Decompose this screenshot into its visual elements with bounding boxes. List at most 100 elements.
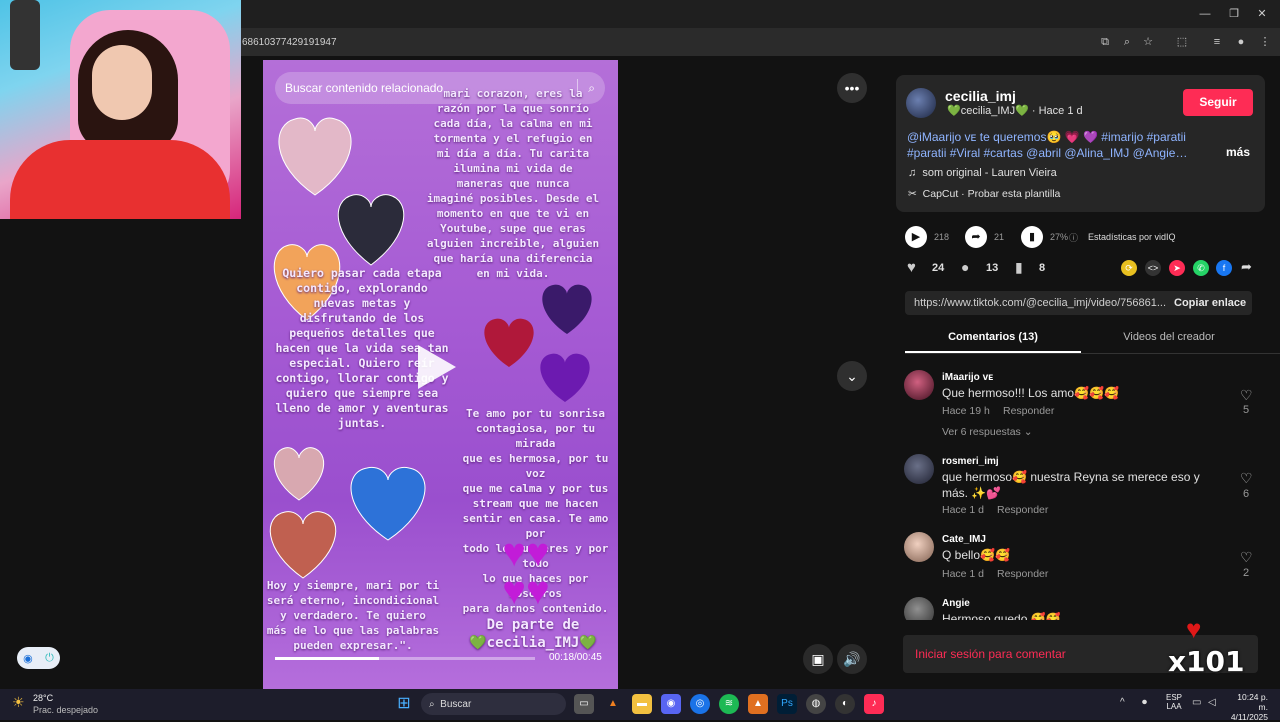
moon-heart	[542, 284, 592, 334]
vlc-icon[interactable]: ▲	[603, 694, 623, 714]
comments-list[interactable]: iMaarijo ᴠᴇ Que hermoso!!! Los amo🥰🥰🥰 Ha…	[882, 362, 1280, 620]
comment-user[interactable]: Cate_IMJ	[942, 534, 986, 545]
info-icon[interactable]: ⓘ	[1069, 231, 1078, 244]
mini-player-icon[interactable]: ▣	[803, 644, 833, 674]
app-icon[interactable]: ▲	[748, 694, 768, 714]
reply-button[interactable]: Responder	[997, 504, 1048, 516]
stat-percent: 27%	[1050, 232, 1069, 242]
tiktok-icon[interactable]: ♪	[864, 694, 884, 714]
caption-line-1[interactable]: @iMaarijo ᴠᴇ te queremos🥹 💗 💜 #imarijo #…	[907, 129, 1207, 145]
video-progress-fill	[275, 657, 379, 660]
language-indicator[interactable]: ESP LAA	[1166, 693, 1182, 711]
repost-icon[interactable]: ⟳	[1121, 260, 1137, 276]
signature: De parte de 💚cecilia_IMJ💚	[469, 617, 597, 651]
plays-icon[interactable]: ▶	[905, 226, 927, 248]
video-player[interactable]: Buscar contenido relacionado ⌕ mari cora…	[263, 60, 618, 689]
spotify-icon[interactable]: ≋	[719, 694, 739, 714]
weather-desc: Prac. despejado	[33, 705, 99, 715]
zoom-icon[interactable]: ⌕	[1119, 34, 1135, 50]
volume-icon[interactable]: 🔊	[837, 644, 867, 674]
discord-icon[interactable]: ◉	[661, 694, 681, 714]
author-avatar[interactable]	[906, 88, 936, 118]
photo-heart-1	[278, 117, 352, 196]
vidiq-label[interactable]: Estadísticas por vidIQ	[1088, 232, 1176, 242]
obs-icon[interactable]: ◍	[806, 694, 826, 714]
comment-bubble-icon[interactable]: ●	[961, 259, 969, 275]
profile-icon[interactable]: ●	[1233, 34, 1249, 50]
comment-user[interactable]: Angie	[942, 598, 970, 609]
reply-button[interactable]: Responder	[1003, 405, 1054, 417]
speaker-icon[interactable]: ◁	[1208, 697, 1216, 708]
comment-like-icon[interactable]: ♡	[1240, 470, 1253, 487]
comment-avatar[interactable]	[904, 454, 934, 484]
video-progress-bar[interactable]	[275, 657, 535, 660]
comment-text: Q bello🥰🥰	[942, 548, 1010, 562]
comment-user[interactable]: rosmeri_imj	[942, 456, 999, 467]
send-to-friends-icon[interactable]: ➤	[1169, 260, 1185, 276]
video-timecode: 00:18/00:45	[549, 652, 602, 663]
windows-start-icon[interactable]: ⊞	[394, 694, 414, 714]
extension-pill[interactable]: ◉ ⏻	[17, 647, 60, 669]
comment-user[interactable]: iMaarijo ᴠᴇ	[942, 372, 993, 383]
task-view-icon[interactable]: ▭	[574, 694, 594, 714]
weather-icon[interactable]: ☀	[12, 694, 25, 711]
comment-like-icon[interactable]: ♡	[1240, 549, 1253, 566]
bookmark-icon[interactable]: ▮	[1015, 259, 1023, 276]
more-caption-link[interactable]: más	[1226, 145, 1250, 159]
chrome-icon[interactable]: ◎	[690, 694, 710, 714]
photo-heart-2	[337, 194, 405, 266]
copy-link-button[interactable]: Copiar enlace	[1168, 291, 1246, 315]
next-video-chevron-icon[interactable]: ⌄	[837, 361, 867, 391]
music-title: som original - Lauren Vieira	[922, 167, 1057, 179]
tab-comments[interactable]: Comentarios (13)	[905, 331, 1081, 343]
tab-creator-videos[interactable]: Videos del creador	[1081, 331, 1257, 343]
webcam-overlay	[0, 0, 241, 219]
plays-count: 218	[934, 232, 950, 242]
more-options-icon[interactable]: •••	[837, 73, 867, 103]
comment-avatar[interactable]	[904, 532, 934, 562]
play-overlay-icon[interactable]	[418, 345, 456, 389]
file-explorer-icon[interactable]: ▬	[632, 694, 652, 714]
embed-code-icon[interactable]: <>	[1145, 260, 1161, 276]
facebook-icon[interactable]: f	[1216, 260, 1232, 276]
post-caption: @iMaarijo ᴠᴇ te queremos🥹 💗 💜 #imarijo #…	[907, 129, 1207, 161]
share-arrow-icon[interactable]: ➦	[1241, 259, 1252, 275]
purple-hearts-cluster: ♥♥ ♥♥	[502, 531, 550, 613]
view-replies-button[interactable]: Ver 6 respuestas ⌄	[942, 426, 1033, 438]
weather-temp[interactable]: 28°C	[33, 693, 53, 703]
mic-tray-icon[interactable]: ⏺	[1142, 697, 1147, 708]
comment-avatar[interactable]	[904, 370, 934, 400]
comment-time: Hace 1 d	[942, 568, 985, 580]
app2-icon[interactable]: ◐	[835, 694, 855, 714]
clock-time: 10:24 p. m.	[1237, 692, 1268, 712]
author-handle[interactable]: 💚cecilia_IMJ💚	[947, 105, 1029, 117]
minimize-icon[interactable]: —	[1196, 6, 1214, 22]
extensions-icon[interactable]: ⬚	[1174, 34, 1190, 50]
like-heart-icon[interactable]: ♥	[907, 259, 916, 276]
capcut-row[interactable]: ✂ CapCut · Probar esta plantilla	[908, 188, 1060, 200]
shares-arrow-icon[interactable]: ➦	[965, 226, 987, 248]
install-app-icon[interactable]: ⧉	[1097, 34, 1113, 50]
bar-chart-icon[interactable]: ▮	[1021, 226, 1043, 248]
clock[interactable]: 10:24 p. m. 4/11/2025	[1228, 692, 1268, 722]
music-row[interactable]: ♫ som original - Lauren Vieira	[908, 167, 1057, 179]
bookmark-star-icon[interactable]: ☆	[1140, 34, 1156, 50]
author-name[interactable]: cecilia_imj	[945, 88, 1016, 104]
comment-like-icon[interactable]: ♡	[1240, 387, 1253, 404]
celestial-hearts	[484, 284, 592, 402]
restore-icon[interactable]: ❐	[1225, 6, 1243, 22]
caption-line-2[interactable]: #paratii #Viral #cartas @abril @Alina_IM…	[907, 145, 1207, 161]
taskbar-search-label: Buscar	[440, 698, 472, 710]
reply-button[interactable]: Responder	[997, 568, 1048, 580]
tray-chevron-icon[interactable]: ^	[1120, 697, 1125, 708]
follow-button[interactable]: Seguir	[1183, 89, 1253, 116]
close-icon[interactable]: ✕	[1253, 6, 1271, 22]
taskbar-search[interactable]: ⌕ Buscar	[421, 693, 566, 715]
play-circle-icon: ◉	[23, 652, 33, 665]
network-icon[interactable]: ▭	[1192, 697, 1201, 708]
menu-kebab-icon[interactable]: ⋮	[1257, 34, 1273, 50]
reading-list-icon[interactable]: ≡	[1209, 34, 1225, 50]
photoshop-icon[interactable]: Ps	[777, 694, 797, 714]
whatsapp-icon[interactable]: ✆	[1193, 260, 1209, 276]
comment-avatar[interactable]	[904, 597, 934, 620]
